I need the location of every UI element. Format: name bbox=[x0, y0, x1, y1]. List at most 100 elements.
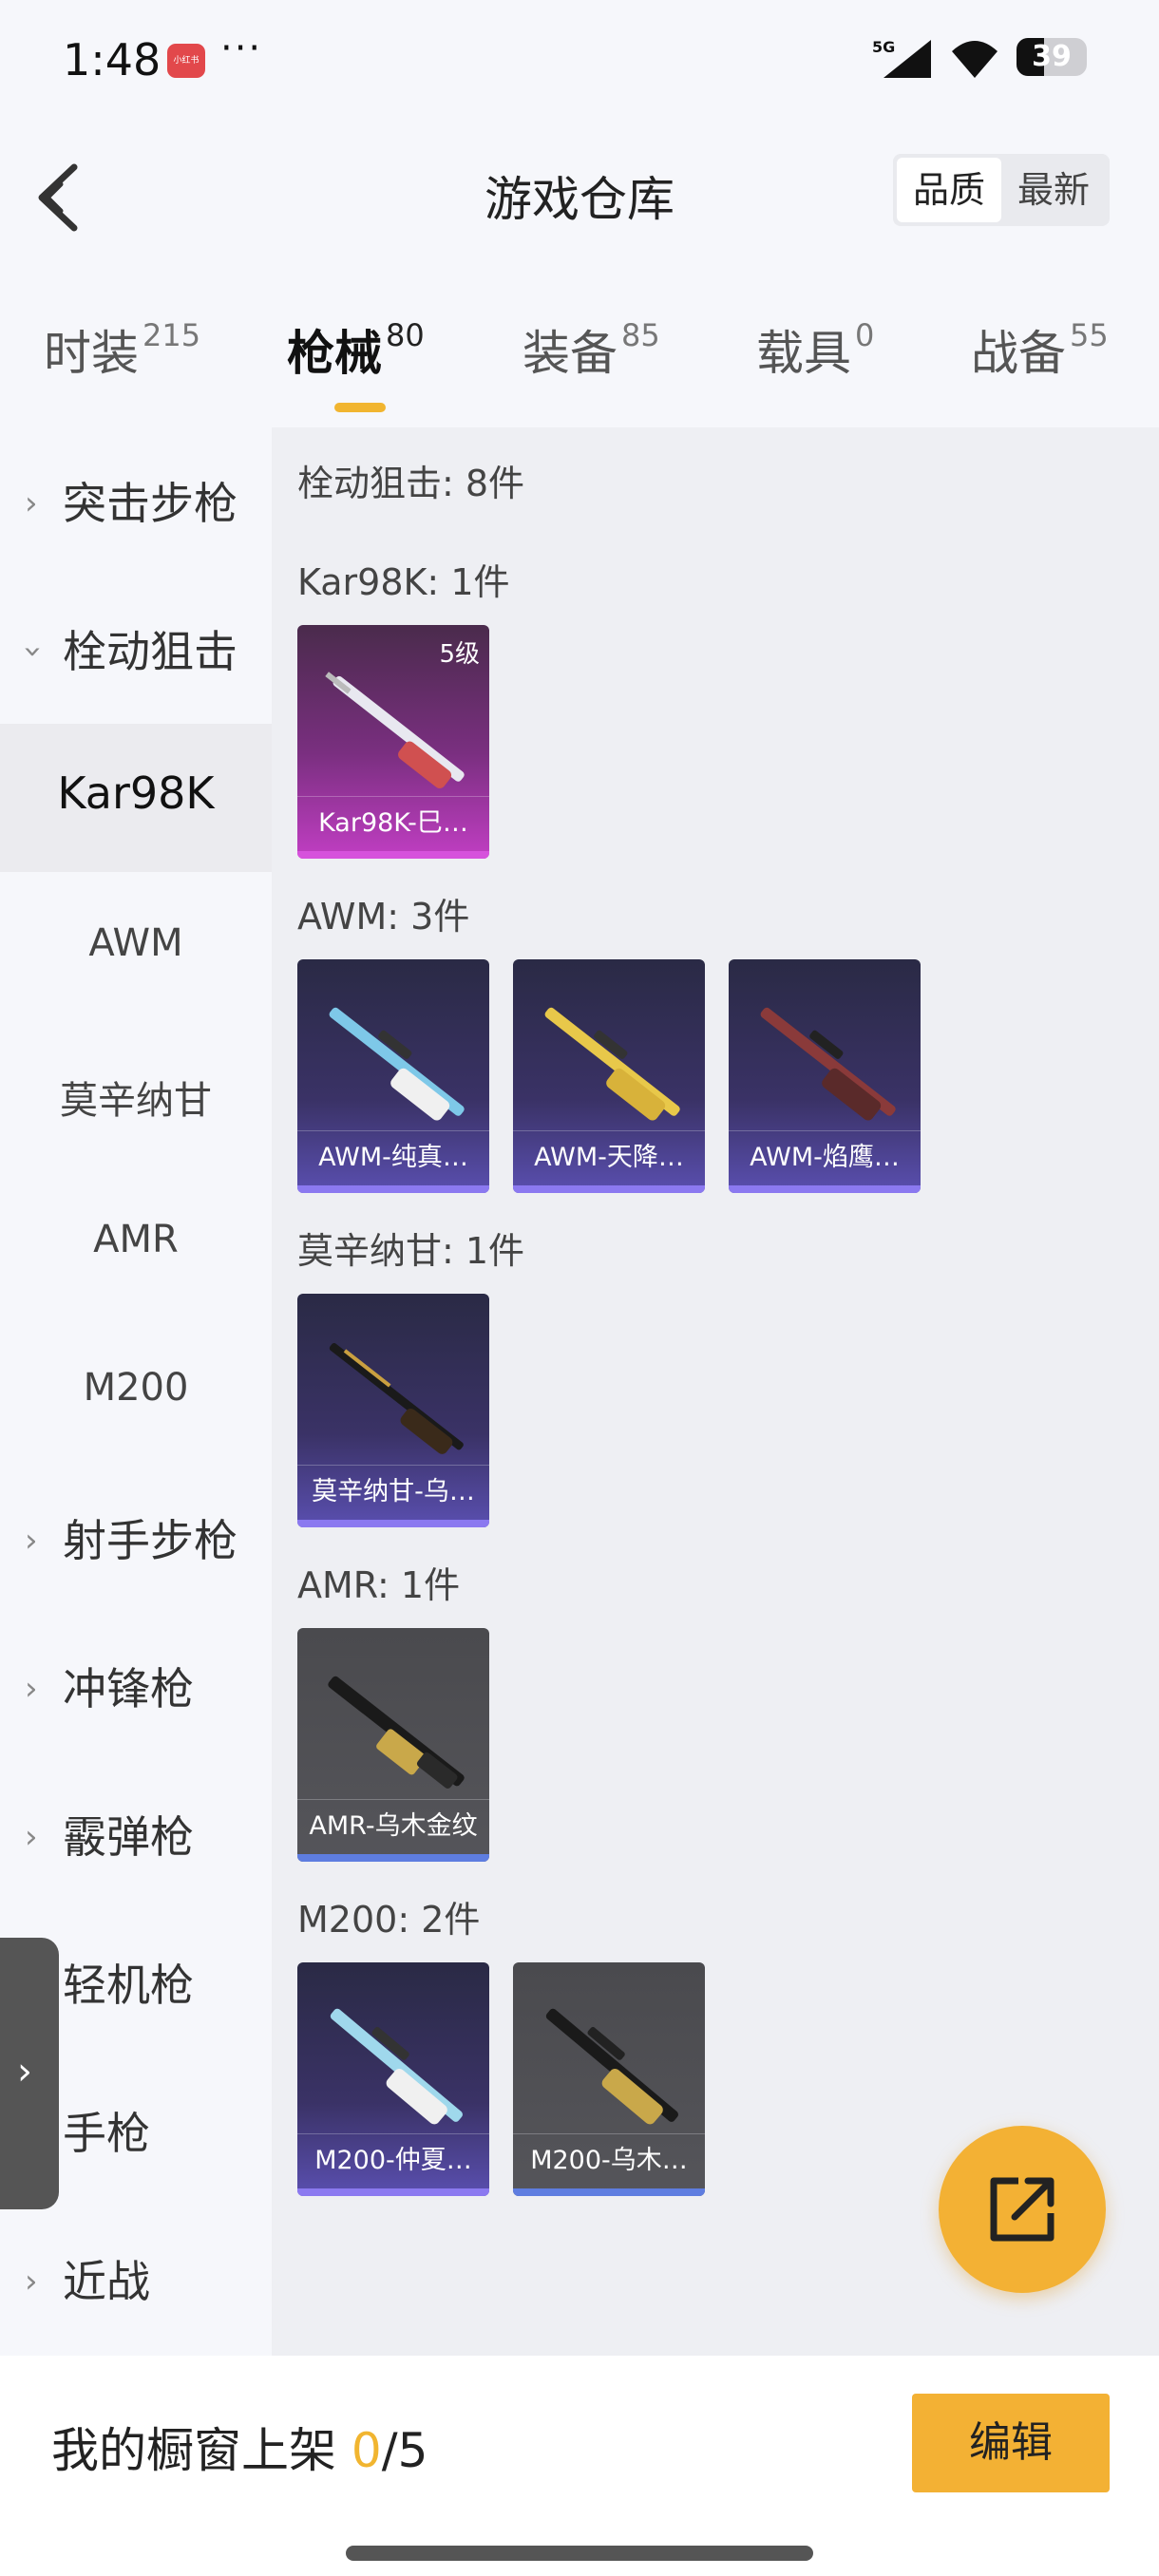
chevron-right-icon: › bbox=[17, 2050, 32, 2093]
weapon-level-badge: 5级 bbox=[439, 640, 480, 669]
share-button[interactable] bbox=[939, 2126, 1106, 2293]
weapon-card[interactable]: 5级 Kar98K-巳… bbox=[297, 625, 489, 859]
sidebar-item-marksman-rifle[interactable]: › 射手步枪 bbox=[0, 1465, 272, 1613]
group-heading: M200: 2件 bbox=[297, 1899, 481, 1941]
tab-count: 80 bbox=[386, 317, 425, 353]
tab-count: 55 bbox=[1070, 317, 1109, 353]
sidebar-item-label: 近战 bbox=[63, 2256, 150, 2307]
category-tabs: 时装 215 枪械 80 装备 85 载具 0 战备 55 bbox=[0, 302, 1159, 416]
tab-vehicles[interactable]: 载具 0 bbox=[756, 315, 874, 384]
weapon-name: AWM-天降… bbox=[513, 1130, 705, 1184]
sidebar-item-assault-rifle[interactable]: › 突击步枪 bbox=[0, 427, 272, 576]
tab-label: 装备 bbox=[522, 326, 618, 381]
rarity-strip bbox=[513, 1185, 705, 1193]
tab-count: 85 bbox=[621, 317, 660, 353]
tab-label: 枪械 bbox=[287, 326, 382, 381]
chevron-right-icon: › bbox=[25, 1670, 38, 1708]
group-heading: AWM: 3件 bbox=[297, 896, 470, 938]
sidebar-item-label: 射手步枪 bbox=[63, 1515, 238, 1566]
sidebar-item-label: Kar98K bbox=[57, 767, 215, 819]
sidebar-item-label: 栓动狙击 bbox=[63, 626, 238, 677]
sidebar-subitem-m200[interactable]: M200 bbox=[0, 1316, 272, 1465]
wifi-icon bbox=[952, 41, 998, 78]
weapon-card[interactable]: AWM-焰鹰… bbox=[729, 959, 921, 1193]
weapon-name: 莫辛纳甘-乌… bbox=[297, 1465, 489, 1518]
weapon-name: AWM-焰鹰… bbox=[729, 1130, 921, 1184]
sort-toggle: 品质 最新 bbox=[893, 154, 1110, 226]
rarity-strip bbox=[297, 1854, 489, 1862]
tab-count: 0 bbox=[855, 317, 875, 353]
sidebar-item-label: 手枪 bbox=[63, 2108, 150, 2159]
tab-equipment[interactable]: 装备 85 bbox=[522, 315, 660, 384]
tab-label: 时装 bbox=[44, 326, 139, 381]
rarity-strip bbox=[297, 1185, 489, 1193]
showcase-bar: 我的橱窗上架 0/5 编辑 bbox=[0, 2356, 1159, 2576]
weapon-name: M200-仲夏… bbox=[297, 2133, 489, 2187]
sidebar-item-label: 冲锋枪 bbox=[63, 1663, 194, 1714]
signal-icon bbox=[884, 40, 931, 78]
tab-firearms[interactable]: 枪械 80 bbox=[287, 315, 425, 412]
weapon-name: AMR-乌木金纹 bbox=[297, 1799, 489, 1852]
tab-supplies[interactable]: 战备 55 bbox=[971, 315, 1109, 384]
tab-label: 载具 bbox=[756, 326, 851, 381]
group-heading: AMR: 1件 bbox=[297, 1564, 461, 1606]
sidebar-subitem-kar98k[interactable]: Kar98K bbox=[0, 724, 272, 872]
weapon-card[interactable]: M200-仲夏… bbox=[297, 1962, 489, 2196]
sidebar-subitem-mosin[interactable]: 莫辛纳甘 bbox=[0, 1020, 272, 1168]
group-heading: Kar98K: 1件 bbox=[297, 561, 510, 603]
battery-icon: 39 bbox=[1016, 38, 1087, 76]
sidebar-item-label: 莫辛纳甘 bbox=[60, 1079, 212, 1123]
sidebar-item-label: 突击步枪 bbox=[63, 478, 238, 529]
chevron-right-icon: › bbox=[25, 2263, 38, 2301]
rarity-strip bbox=[297, 1520, 489, 1527]
status-bar: 1:48 小红书 ··· 5G 39 bbox=[0, 0, 1159, 114]
tab-label: 战备 bbox=[971, 326, 1066, 381]
more-notifications-icon: ··· bbox=[220, 27, 263, 70]
clock: 1:48 bbox=[63, 34, 162, 85]
showcase-count: 我的橱窗上架 0/5 bbox=[51, 2413, 428, 2481]
sidebar-item-label: 霰弹枪 bbox=[63, 1811, 194, 1863]
weapon-card[interactable]: AMR-乌木金纹 bbox=[297, 1628, 489, 1862]
rarity-strip bbox=[297, 2188, 489, 2196]
home-indicator[interactable] bbox=[346, 2546, 813, 2561]
weapon-card[interactable]: 莫辛纳甘-乌… bbox=[297, 1294, 489, 1527]
rarity-strip bbox=[729, 1185, 921, 1193]
sidebar-item-label: 轻机枪 bbox=[63, 1960, 194, 2011]
chevron-right-icon: › bbox=[25, 1818, 38, 1856]
weapon-list: 栓动狙击: 8件 Kar98K: 1件 5级 Kar98K-巳… AWM: 3件… bbox=[272, 427, 1159, 2356]
rarity-strip bbox=[297, 851, 489, 859]
sidebar-item-label: AWM bbox=[88, 921, 183, 965]
weapon-card[interactable]: M200-乌木… bbox=[513, 1962, 705, 2196]
sidebar-item-bolt-sniper[interactable]: › 栓动狙击 bbox=[0, 576, 272, 724]
sidebar-subitem-amr[interactable]: AMR bbox=[0, 1168, 272, 1316]
weapon-name: AWM-纯真… bbox=[297, 1130, 489, 1184]
side-drawer-handle[interactable]: › bbox=[0, 1938, 59, 2209]
category-heading: 栓动狙击: 8件 bbox=[297, 463, 525, 504]
tab-fashion[interactable]: 时装 215 bbox=[44, 315, 200, 384]
weapon-name: Kar98K-巳… bbox=[297, 796, 489, 849]
sidebar-item-smg[interactable]: › 冲锋枪 bbox=[0, 1613, 272, 1761]
sidebar-item-shotgun[interactable]: › 霰弹枪 bbox=[0, 1761, 272, 1909]
showcase-current: 0 bbox=[351, 2423, 382, 2478]
nav-bar: 游戏仓库 品质 最新 bbox=[0, 123, 1159, 266]
showcase-total: /5 bbox=[381, 2423, 428, 2478]
showcase-label: 我的橱窗上架 bbox=[51, 2423, 352, 2478]
group-heading: 莫辛纳甘: 1件 bbox=[297, 1230, 525, 1272]
chevron-right-icon: › bbox=[25, 1522, 38, 1560]
weapon-card[interactable]: AWM-纯真… bbox=[297, 959, 489, 1193]
chevron-down-icon: › bbox=[13, 645, 52, 658]
edit-button[interactable]: 编辑 bbox=[912, 2394, 1110, 2492]
weapon-name: M200-乌木… bbox=[513, 2133, 705, 2187]
chevron-right-icon: › bbox=[25, 484, 38, 522]
sidebar-item-label: M200 bbox=[83, 1366, 189, 1410]
app-notification-icon: 小红书 bbox=[167, 44, 205, 78]
sidebar-item-melee[interactable]: › 近战 bbox=[0, 2206, 272, 2354]
sort-newest-option[interactable]: 最新 bbox=[1001, 158, 1106, 222]
active-tab-indicator bbox=[334, 403, 386, 412]
tab-count: 215 bbox=[142, 317, 201, 353]
weapon-card[interactable]: AWM-天降… bbox=[513, 959, 705, 1193]
share-external-icon bbox=[990, 2177, 1054, 2242]
sort-quality-option[interactable]: 品质 bbox=[897, 158, 1001, 222]
sidebar-subitem-awm[interactable]: AWM bbox=[0, 872, 272, 1020]
rarity-strip bbox=[513, 2188, 705, 2196]
